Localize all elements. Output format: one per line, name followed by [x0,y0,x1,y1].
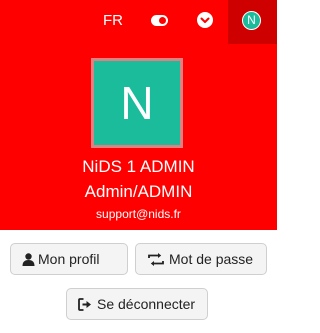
logout-button[interactable]: Se déconnecter [66,288,208,320]
avatar: N [242,11,261,30]
user-menu-toggle[interactable]: N [228,0,277,44]
toggle-icon[interactable] [151,15,168,26]
user-icon [22,253,35,266]
profile-avatar: N [91,58,183,148]
user-role: Admin/ADMIN [84,182,193,201]
retweet-icon [148,253,164,266]
logout-label: Se déconnecter [97,296,196,312]
change-password-label: Mot de passe [169,251,254,267]
sign-out-icon [78,298,91,311]
language-selector[interactable]: FR [103,11,123,31]
top-navbar: FR N [0,0,277,44]
user-name: NiDS 1 ADMIN [82,157,195,176]
change-password-button[interactable]: Mot de passe [135,243,267,275]
chevron-down-icon[interactable] [197,12,213,28]
user-email: support@nids.fr [96,207,181,221]
my-profile-button[interactable]: Mon profil [10,243,128,275]
my-profile-label: Mon profil [38,251,100,267]
user-profile-header: N NiDS 1 ADMIN Admin/ADMIN support@nids.… [0,44,277,230]
